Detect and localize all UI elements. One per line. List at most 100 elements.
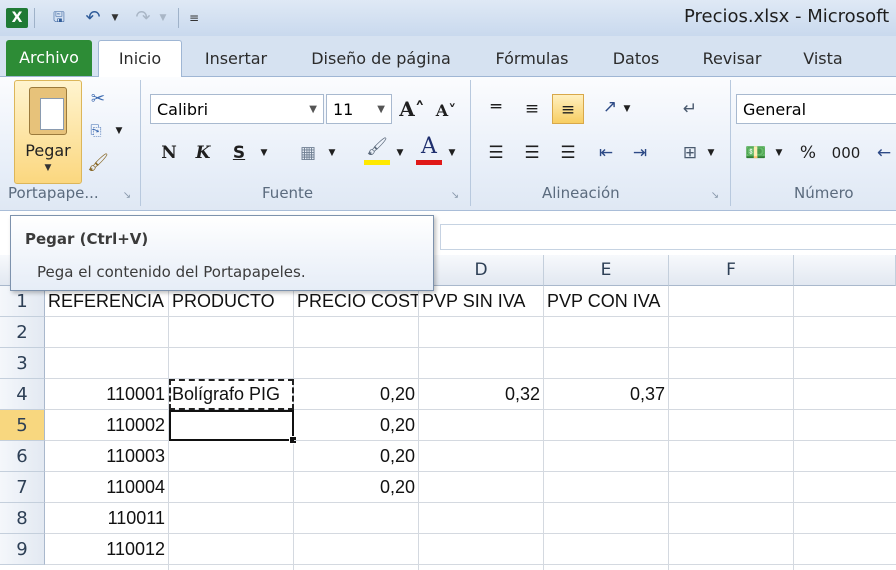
row-header-7[interactable]: 7 bbox=[0, 472, 45, 503]
dialog-launcher-icon[interactable]: ↘ bbox=[120, 184, 134, 208]
percent-button[interactable]: % bbox=[796, 138, 820, 168]
row-header-3[interactable]: 3 bbox=[0, 348, 45, 379]
cell-c4[interactable]: 0,20 bbox=[294, 379, 419, 410]
divider bbox=[470, 80, 471, 206]
align-left-icon[interactable]: ☰ bbox=[482, 138, 510, 168]
customize-qat-icon[interactable]: ≡ bbox=[186, 8, 202, 28]
increase-indent-icon[interactable]: ⇥ bbox=[626, 138, 654, 168]
column-header-f[interactable]: F bbox=[669, 255, 794, 286]
dialog-launcher-icon[interactable]: ↘ bbox=[708, 184, 722, 208]
redo-dropdown-icon[interactable]: ▼ bbox=[156, 8, 170, 28]
tab-revisar[interactable]: Revisar bbox=[690, 44, 774, 74]
align-bottom-icon[interactable]: ≡ bbox=[552, 94, 584, 124]
cell-e4[interactable]: 0,37 bbox=[544, 379, 669, 410]
group-font-label: Fuente bbox=[262, 184, 314, 202]
align-top-icon[interactable]: ═ bbox=[482, 92, 510, 122]
cell-e1[interactable]: PVP CON IVA bbox=[544, 286, 669, 317]
cell-a6[interactable]: 110003 bbox=[45, 441, 169, 472]
fill-color-dropdown-icon[interactable]: ▼ bbox=[394, 138, 406, 168]
number-format-combo[interactable]: General bbox=[736, 94, 896, 124]
tab-archivo[interactable]: Archivo bbox=[6, 40, 92, 76]
formula-input[interactable] bbox=[440, 224, 896, 250]
cell-a9[interactable]: 110012 bbox=[45, 534, 169, 565]
cell-a8[interactable]: 110011 bbox=[45, 503, 169, 534]
font-color-dropdown-icon[interactable]: ▼ bbox=[446, 138, 458, 168]
divider bbox=[140, 80, 141, 206]
tab-inicio[interactable]: Inicio bbox=[98, 40, 182, 78]
chevron-down-icon: ▼ bbox=[309, 104, 317, 115]
cell-c7[interactable]: 0,20 bbox=[294, 472, 419, 503]
italic-button[interactable]: K bbox=[192, 138, 214, 168]
borders-dropdown-icon[interactable]: ▼ bbox=[326, 138, 338, 168]
undo-icon[interactable]: ↶ bbox=[82, 8, 104, 28]
tab-vista[interactable]: Vista bbox=[790, 44, 856, 74]
column-header-e[interactable]: E bbox=[544, 255, 669, 286]
cell-d1[interactable]: PVP SIN IVA bbox=[419, 286, 544, 317]
grow-font-icon[interactable]: A˄ bbox=[398, 94, 426, 124]
cell-b5-active[interactable] bbox=[169, 410, 297, 444]
accounting-dropdown-icon[interactable]: ▼ bbox=[774, 138, 784, 168]
divider bbox=[178, 8, 179, 28]
merge-dropdown-icon[interactable]: ▼ bbox=[706, 138, 716, 168]
column-header-d[interactable]: D bbox=[419, 255, 544, 286]
orientation-icon[interactable]: ↗ bbox=[596, 92, 624, 122]
cell-a4[interactable]: 110001 bbox=[45, 379, 169, 410]
align-middle-icon[interactable]: ≡ bbox=[518, 94, 546, 124]
copy-dropdown-icon[interactable]: ▼ bbox=[114, 116, 124, 146]
column-header-g[interactable] bbox=[794, 255, 896, 286]
increase-decimal-icon[interactable]: ← bbox=[874, 138, 894, 168]
cell-b4-copied[interactable]: Bolígrafo PIG bbox=[169, 379, 294, 410]
thousands-separator-button[interactable]: 000 bbox=[828, 138, 864, 168]
tab-formulas[interactable]: Fórmulas bbox=[480, 44, 584, 74]
cell-d4[interactable]: 0,32 bbox=[419, 379, 544, 410]
window-title: Precios.xlsx - Microsoft E bbox=[684, 6, 896, 27]
row-header-4[interactable]: 4 bbox=[0, 379, 45, 410]
row-header-5[interactable]: 5 bbox=[0, 410, 45, 441]
tab-insertar[interactable]: Insertar bbox=[190, 44, 282, 74]
cell-a5[interactable]: 110002 bbox=[45, 410, 169, 441]
font-size-combo[interactable]: 11 ▼ bbox=[326, 94, 392, 124]
orientation-dropdown-icon[interactable]: ▼ bbox=[622, 94, 632, 124]
cell-c6[interactable]: 0,20 bbox=[294, 441, 419, 472]
borders-icon[interactable]: ▦ bbox=[296, 138, 320, 168]
row-header-9[interactable]: 9 bbox=[0, 534, 45, 565]
excel-logo-icon[interactable]: X bbox=[6, 8, 28, 28]
divider bbox=[34, 8, 35, 28]
title-bar: X 🖫 ↶ ▼ ↷ ▼ ≡ Precios.xlsx - Microsoft E bbox=[0, 0, 896, 37]
clipboard-icon bbox=[29, 87, 67, 135]
undo-dropdown-icon[interactable]: ▼ bbox=[108, 8, 122, 28]
accounting-format-icon[interactable]: 💵 bbox=[742, 138, 770, 168]
tooltip-title: Pegar (Ctrl+V) bbox=[25, 230, 149, 248]
fill-color-icon[interactable]: 🖌 bbox=[364, 134, 390, 165]
format-painter-icon[interactable]: 🖌 bbox=[86, 148, 110, 178]
row-header-6[interactable]: 6 bbox=[0, 441, 45, 472]
decrease-indent-icon[interactable]: ⇤ bbox=[592, 138, 620, 168]
cell-c5[interactable]: 0,20 bbox=[294, 410, 419, 441]
tab-datos[interactable]: Datos bbox=[600, 44, 672, 74]
align-center-icon[interactable]: ☰ bbox=[518, 138, 546, 168]
wrap-text-icon[interactable]: ↵ bbox=[676, 94, 704, 124]
merge-center-icon[interactable]: ⊞ bbox=[676, 138, 704, 168]
paste-label: Pegar bbox=[25, 141, 71, 160]
cut-icon[interactable]: ✂ bbox=[86, 84, 110, 114]
font-size-value: 11 bbox=[333, 100, 354, 119]
row-header-2[interactable]: 2 bbox=[0, 317, 45, 348]
paste-button[interactable]: Pegar ▼ bbox=[14, 80, 82, 184]
tab-diseno-de-pagina[interactable]: Diseño de página bbox=[298, 44, 464, 74]
paste-tooltip: Pegar (Ctrl+V) Pega el contenido del Por… bbox=[10, 215, 434, 291]
number-format-value: General bbox=[743, 100, 807, 119]
save-icon[interactable]: 🖫 bbox=[48, 8, 70, 28]
copy-icon[interactable]: ⎘ bbox=[84, 116, 108, 146]
align-right-icon[interactable]: ☰ bbox=[554, 138, 582, 168]
shrink-font-icon[interactable]: A˅ bbox=[432, 96, 460, 126]
underline-dropdown-icon[interactable]: ▼ bbox=[258, 138, 270, 168]
cell-a7[interactable]: 110004 bbox=[45, 472, 169, 503]
bold-button[interactable]: N bbox=[158, 138, 180, 168]
group-alignment-label: Alineación bbox=[542, 184, 620, 202]
underline-button[interactable]: S bbox=[228, 138, 250, 168]
row-header-8[interactable]: 8 bbox=[0, 503, 45, 534]
dialog-launcher-icon[interactable]: ↘ bbox=[448, 184, 462, 208]
font-color-icon[interactable]: A bbox=[416, 132, 442, 165]
font-name-combo[interactable]: Calibri ▼ bbox=[150, 94, 324, 124]
redo-icon[interactable]: ↷ bbox=[132, 8, 154, 28]
